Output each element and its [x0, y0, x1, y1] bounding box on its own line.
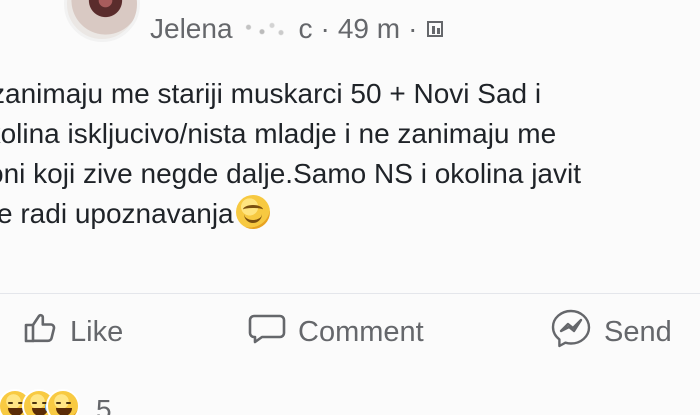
- like-label: Like: [70, 315, 124, 348]
- author-name[interactable]: Jelena: [150, 13, 233, 45]
- post-content-line-1: zanimaju me stariji muskarci 50 + Novi S…: [0, 78, 542, 109]
- post-content-line-4: se radi upoznavanja: [0, 194, 700, 234]
- group-icon: [427, 21, 444, 37]
- like-icon: [22, 311, 58, 353]
- post-actions: Like Comment Send: [0, 301, 700, 363]
- laughing-face-icon: [46, 389, 80, 415]
- send-button[interactable]: Send: [550, 301, 672, 363]
- smiling-face-icon: [235, 195, 270, 229]
- messenger-send-icon: [550, 307, 592, 357]
- post-header: Jelena c · 49 m ·: [0, 0, 700, 60]
- comment-button[interactable]: Comment: [248, 301, 424, 363]
- post-time[interactable]: 49 m: [338, 13, 400, 45]
- author-suffix: c: [298, 13, 313, 44]
- post-content-line-3: oni koji zive negde dalje.Samo NS i okol…: [0, 158, 581, 189]
- reaction-count: 5: [96, 394, 112, 415]
- send-label: Send: [604, 315, 672, 348]
- post-content-line-4-text: se radi upoznavanja: [0, 198, 234, 229]
- post-content-line-2: okolina iskljucivo/nista mladje i ne zan…: [0, 118, 557, 149]
- actions-divider: [0, 293, 700, 294]
- post-content: zanimaju me stariji muskarci 50 + Novi S…: [0, 74, 700, 234]
- comment-label: Comment: [298, 315, 424, 348]
- meta-separator-2: ·: [408, 13, 418, 44]
- author-meta: Jelena c · 49 m ·: [150, 9, 444, 49]
- like-button[interactable]: Like: [22, 301, 123, 363]
- meta-separator-1: ·: [320, 13, 330, 44]
- reaction-summary[interactable]: 5: [0, 389, 112, 415]
- redacted-name-part: [240, 20, 291, 38]
- facebook-post: Jelena c · 49 m · zanimaju me stariji mu…: [0, 0, 700, 415]
- author-avatar[interactable]: [64, 0, 140, 42]
- comment-icon: [248, 311, 286, 353]
